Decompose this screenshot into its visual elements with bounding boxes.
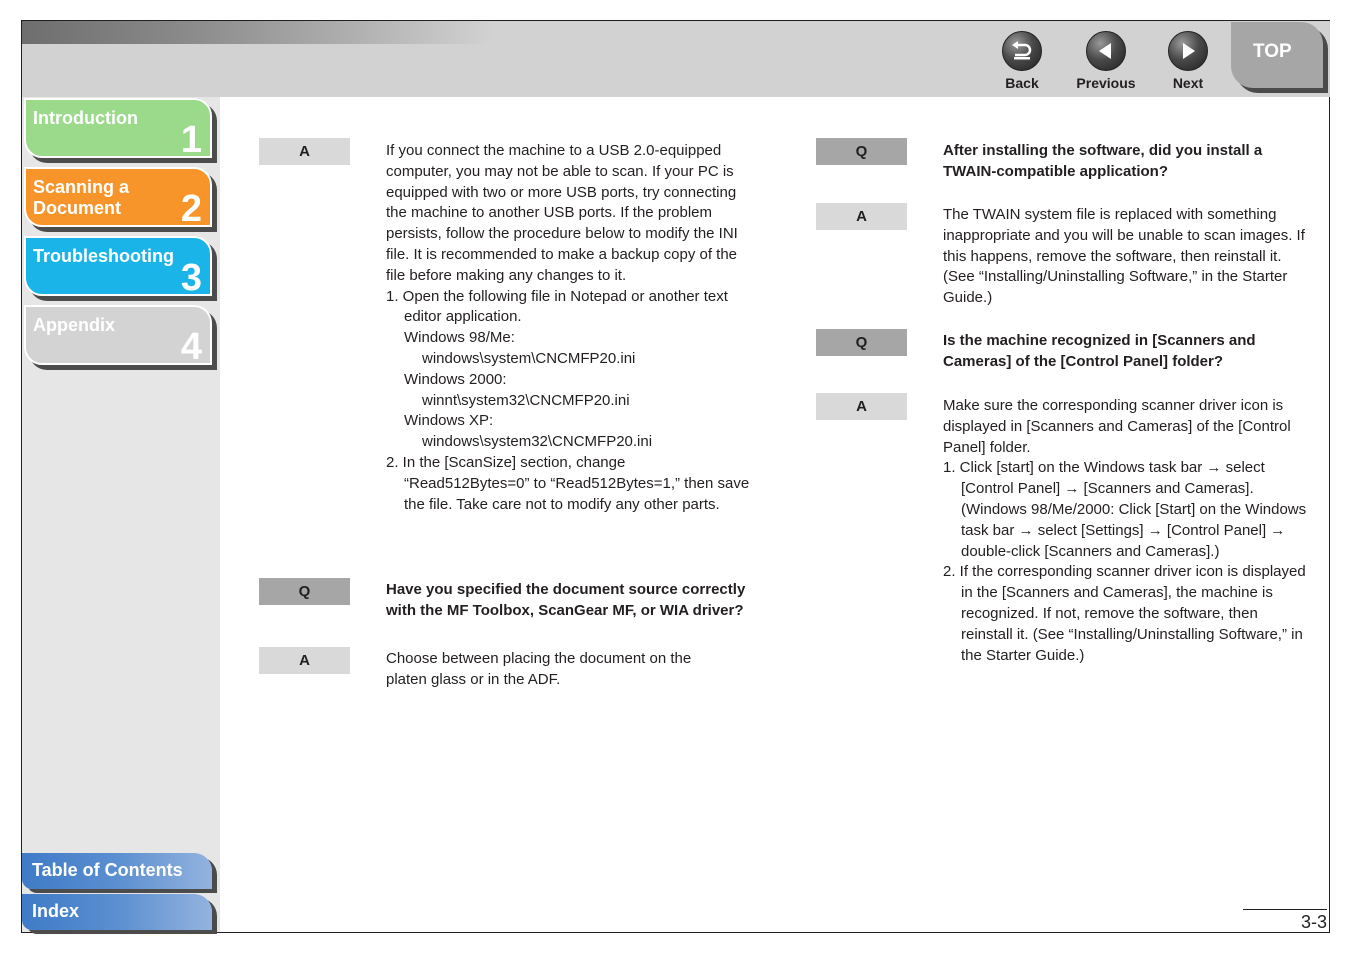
file-path: winnt\system32\CNCMFP20.ini [422, 391, 630, 409]
question-label: Q [816, 138, 907, 165]
chapter-number: 3 [180, 257, 202, 299]
toc-label: Table of Contents [32, 860, 183, 880]
step-2: 2. If the corresponding scanner driver i… [943, 563, 1306, 664]
step-1: 1. Open the following file in Notepad or… [386, 287, 728, 326]
chapter-tab-introduction[interactable]: Introduction 1 [24, 98, 212, 161]
table-of-contents-link[interactable]: Table of Contents [22, 853, 212, 889]
page-number: 3-3 [1243, 909, 1327, 933]
chapter-number: 4 [180, 326, 202, 368]
os-name: Windows 2000: [404, 370, 507, 388]
next-button[interactable]: Next [1153, 31, 1223, 91]
step-2: 2. In the [ScanSize] section, change “Re… [386, 453, 750, 513]
index-label: Index [32, 901, 80, 921]
index-link[interactable]: Index [22, 894, 212, 930]
top-button[interactable]: TOP [1231, 22, 1323, 88]
header-gradient [22, 21, 492, 44]
answer-text: The TWAIN system file is replaced with s… [943, 206, 1305, 307]
previous-label: Previous [1076, 75, 1136, 91]
previous-button[interactable]: Previous [1071, 31, 1141, 91]
answer-text: Make sure the corresponding scanner driv… [943, 396, 1311, 666]
file-path: windows\system\CNCMFP20.ini [422, 349, 636, 367]
answer-label: A [259, 647, 350, 674]
os-name: Windows 98/Me: [404, 329, 515, 347]
triangle-right-icon [1168, 31, 1208, 71]
question-label: Q [259, 578, 350, 605]
chapter-label: Troubleshooting [33, 246, 174, 266]
chapter-label: Scanning a Document [33, 177, 130, 218]
chapter-number: 1 [180, 119, 202, 161]
chapter-tab-appendix[interactable]: Appendix 4 [24, 305, 212, 368]
chapter-label: Introduction [33, 108, 138, 128]
question-text: Is the machine recognized in [Scanners a… [943, 332, 1256, 370]
answer-label: A [816, 393, 907, 420]
chapter-tab-scanning[interactable]: Scanning a Document 2 [24, 167, 212, 230]
back-button[interactable]: Back [987, 31, 1057, 91]
os-name: Windows XP: [404, 412, 494, 430]
triangle-left-icon [1086, 31, 1126, 71]
file-path: windows\system32\CNCMFP20.ini [422, 433, 653, 451]
answer-label: A [816, 203, 907, 230]
question-text: After installing the software, did you i… [943, 142, 1263, 180]
question-label: Q [816, 329, 907, 356]
answer-label: A [259, 138, 350, 165]
question-text: Have you specified the document source c… [386, 581, 746, 619]
chapter-number: 2 [180, 188, 202, 230]
step-1: 1. Click [start] on the Windows task bar… [943, 459, 1307, 560]
answer-text: If you connect the machine to a USB 2.0-… [386, 141, 751, 515]
top-label: TOP [1253, 41, 1292, 62]
back-label: Back [1005, 75, 1039, 91]
answer-intro: Make sure the corresponding scanner driv… [943, 397, 1291, 456]
back-arrow-icon [1002, 31, 1042, 71]
next-label: Next [1172, 75, 1204, 91]
answer-text: Choose between placing the document on t… [386, 650, 692, 688]
chapter-tab-troubleshooting[interactable]: Troubleshooting 3 [24, 236, 212, 299]
answer-intro: If you connect the machine to a USB 2.0-… [386, 142, 738, 284]
chapter-label: Appendix [33, 315, 116, 335]
